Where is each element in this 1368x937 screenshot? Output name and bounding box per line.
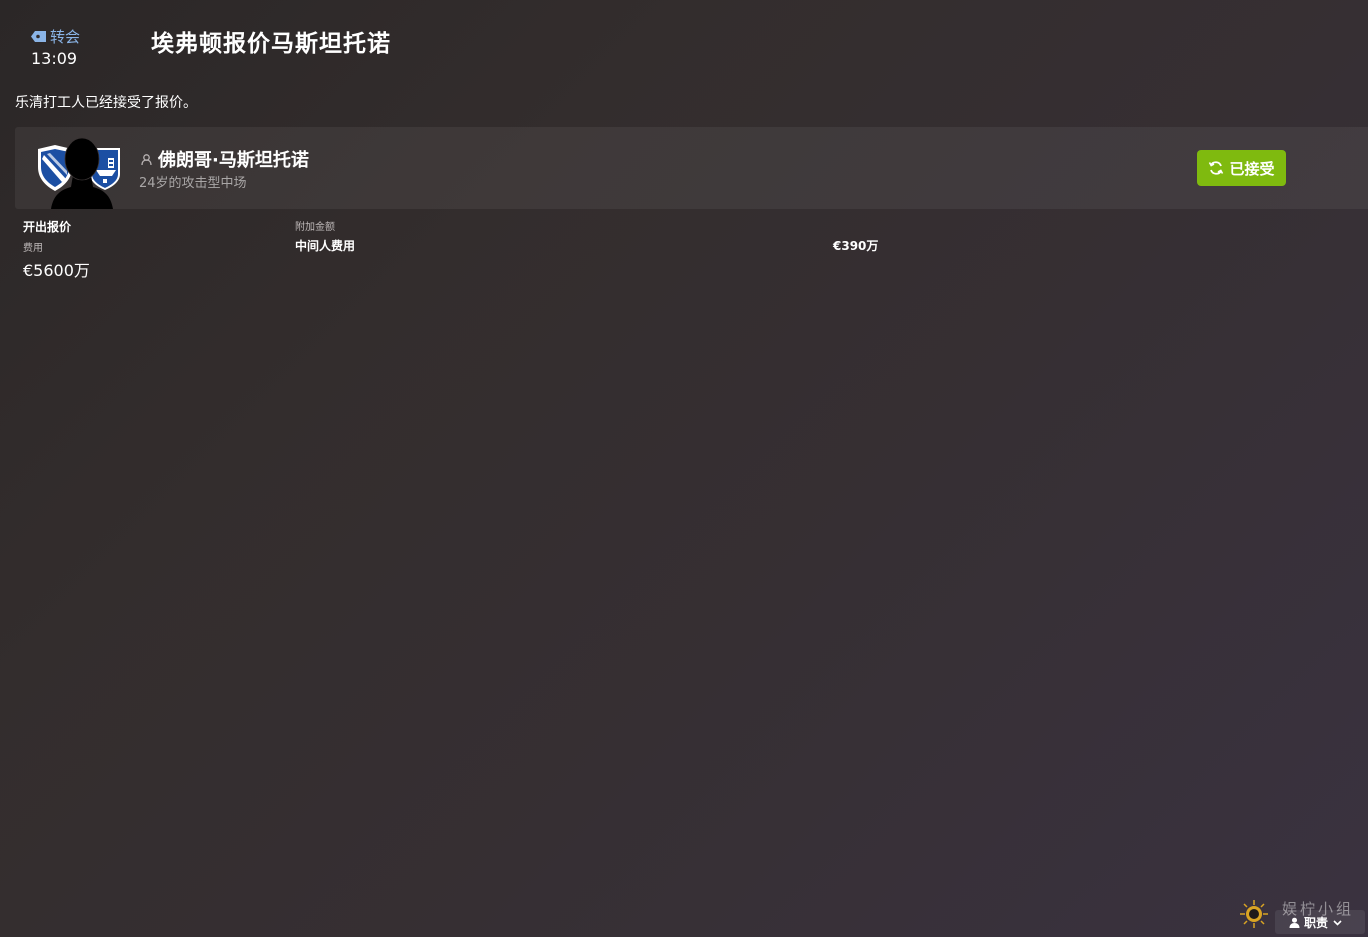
chevron-down-icon [1333, 919, 1342, 926]
extra-clauses-label: 附加金额 [295, 222, 335, 233]
accepted-status-label: 已接受 [1229, 159, 1275, 178]
news-message: 乐清打工人已经接受了报价。 [15, 95, 197, 111]
person-icon [141, 153, 152, 165]
player-name[interactable]: 佛朗哥·马斯坦托诺 [158, 146, 309, 172]
duties-button[interactable]: 职责 [1275, 910, 1365, 934]
fee-value: €5600万 [23, 261, 90, 280]
news-time: 13:09 [31, 49, 78, 68]
tag-icon [31, 31, 46, 42]
player-silhouette-icon [51, 137, 113, 209]
agent-fee-label: 中间人费用 [295, 239, 356, 253]
page-title: 埃弗顿报价马斯坦托诺 [151, 31, 391, 57]
player-description: 24岁的攻击型中场 [139, 176, 247, 191]
accepted-status-button[interactable]: 已接受 [1197, 150, 1286, 186]
news-category[interactable]: 转会 [31, 26, 80, 47]
player-name-row[interactable]: 佛朗哥·马斯坦托诺 [141, 146, 309, 172]
player-card[interactable]: 佛朗哥·马斯坦托诺 24岁的攻击型中场 已接受 [15, 127, 1368, 209]
watermark-logo-icon [1240, 900, 1268, 928]
category-label: 转会 [50, 28, 81, 46]
fee-label: 费用 [23, 243, 43, 254]
offer-section-label: 开出报价 [23, 220, 72, 234]
person-icon [1289, 917, 1300, 928]
refresh-icon [1209, 161, 1224, 175]
agent-fee-value: €390万 [833, 239, 879, 253]
duties-label: 职责 [1304, 915, 1329, 930]
